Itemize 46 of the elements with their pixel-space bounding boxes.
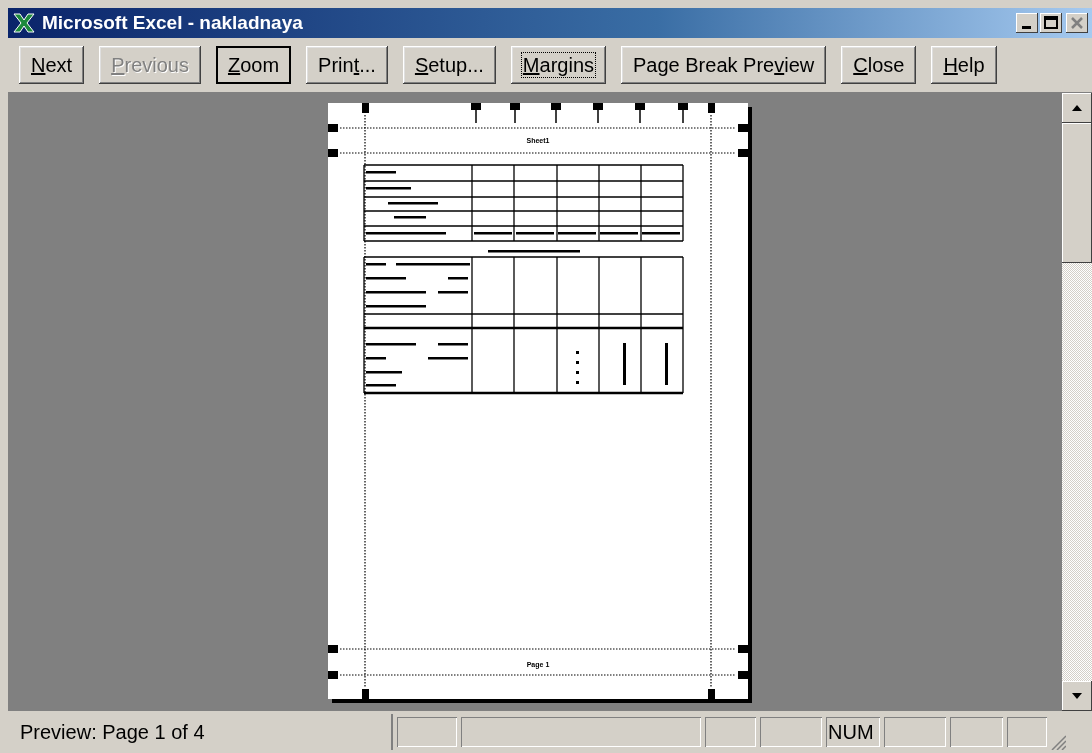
margin-handle[interactable]: [328, 671, 338, 679]
close-button[interactable]: [1066, 13, 1088, 33]
margin-handle[interactable]: [362, 689, 369, 699]
status-pane: [705, 717, 756, 747]
margin-handle[interactable]: [328, 645, 338, 653]
scroll-thumb[interactable]: [1062, 123, 1092, 263]
margin-handle[interactable]: [328, 124, 338, 132]
margin-handle[interactable]: [738, 671, 748, 679]
toolbar-button[interactable]: Close: [841, 46, 917, 84]
window-title: Microsoft Excel - nakladnaya: [42, 12, 304, 34]
scroll-up-button[interactable]: [1062, 93, 1092, 123]
margin-handle[interactable]: [738, 124, 748, 132]
status-pane: [1007, 717, 1047, 747]
status-pane: [950, 717, 1003, 747]
status-text: Preview: Page 1 of 4: [8, 714, 393, 750]
toolbar-button[interactable]: Help: [931, 46, 997, 84]
column-handle[interactable]: [551, 103, 561, 124]
excel-icon: [12, 12, 36, 34]
status-pane: [760, 717, 822, 747]
up-arrow-icon: [1071, 104, 1083, 112]
status-indicator: NUM: [826, 717, 880, 747]
column-handle[interactable]: [678, 103, 688, 124]
margin-handle[interactable]: [738, 645, 748, 653]
maximize-button[interactable]: [1040, 13, 1062, 33]
margin-handle[interactable]: [738, 149, 748, 157]
margin-handle[interactable]: [362, 103, 369, 113]
toolbar-button[interactable]: Margins: [510, 46, 606, 84]
column-handle[interactable]: [510, 103, 520, 124]
column-handle[interactable]: [635, 103, 645, 124]
resize-grip-icon: [1051, 734, 1066, 750]
toolbar-button[interactable]: Zoom: [215, 46, 292, 84]
minimize-button[interactable]: [1016, 13, 1038, 33]
status-pane: [397, 717, 457, 747]
toolbar-button[interactable]: Setup...: [402, 46, 496, 84]
margin-handle[interactable]: [708, 689, 715, 699]
scroll-down-button[interactable]: [1062, 681, 1092, 711]
toolbar-button[interactable]: Print...: [306, 46, 388, 84]
margin-handle[interactable]: [708, 103, 715, 113]
toolbar-button[interactable]: Next: [19, 46, 85, 84]
toolbar-button[interactable]: Page Break Preview: [621, 46, 827, 84]
column-handle[interactable]: [593, 103, 603, 124]
margin-handle[interactable]: [328, 149, 338, 157]
down-arrow-icon: [1071, 692, 1083, 700]
column-handle[interactable]: [471, 103, 481, 124]
vertical-scrollbar[interactable]: [1062, 93, 1092, 711]
status-pane: [884, 717, 946, 747]
